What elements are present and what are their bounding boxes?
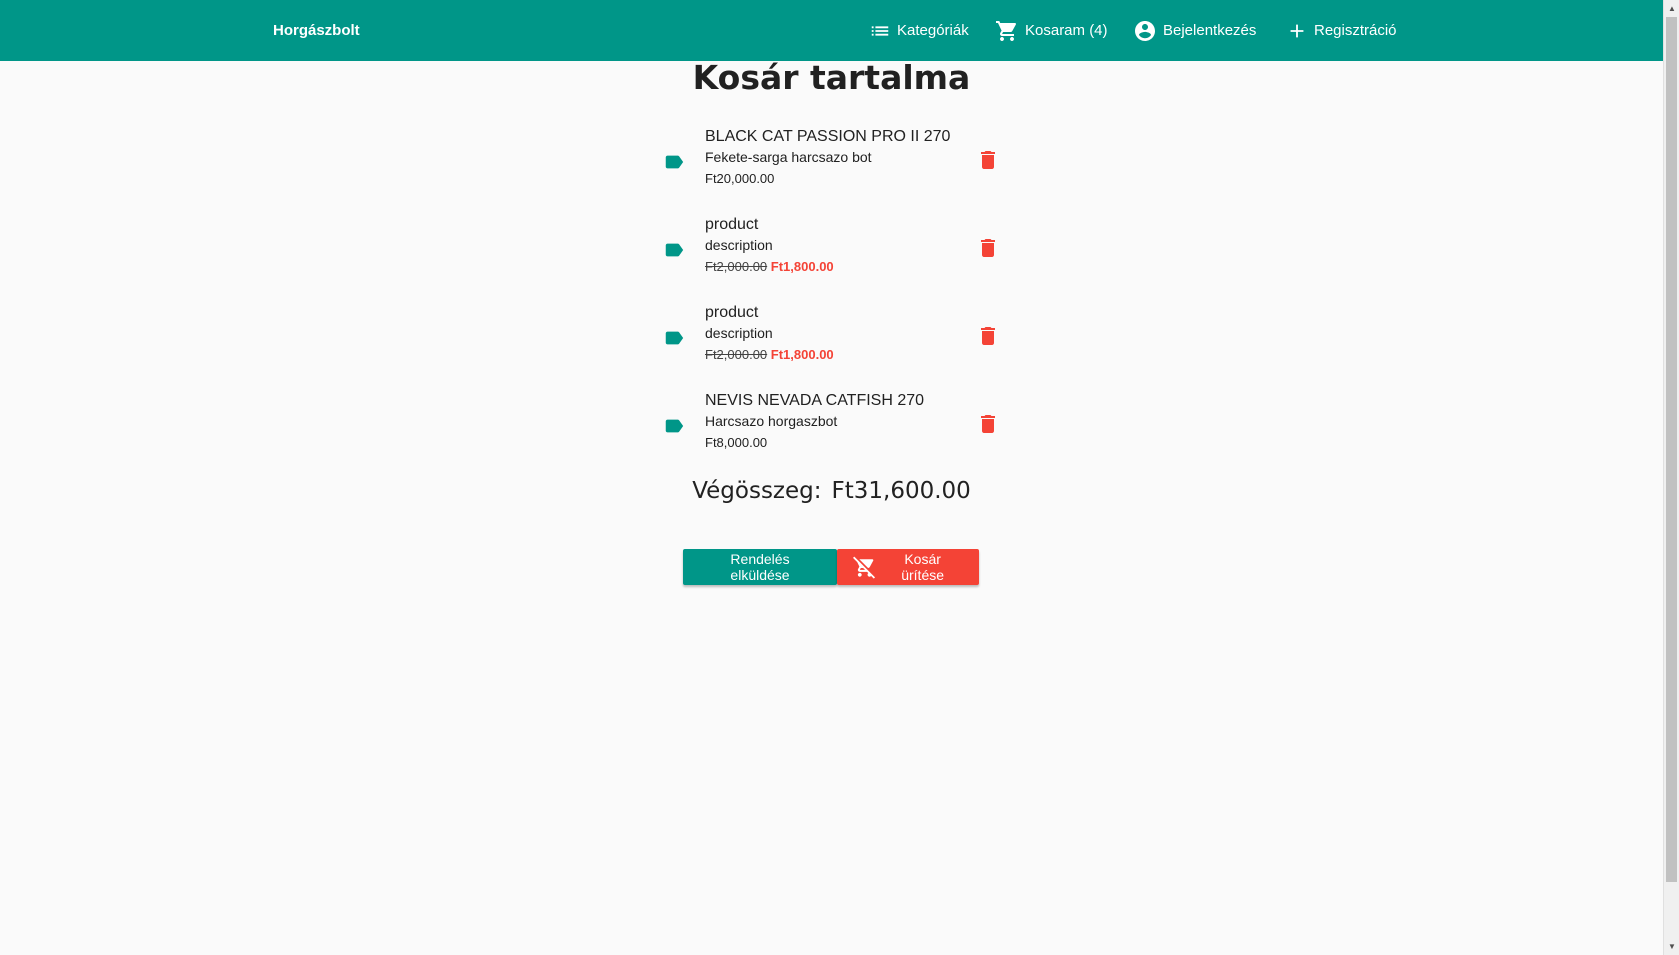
cart-item-new-price: Ft1,800.00 <box>770 347 834 362</box>
cart-list: BLACK CAT PASSION PRO II 270 Fekete-sarg… <box>660 126 1000 478</box>
top-app-bar: Horgászbolt Kategóriák Kosaram (4) Bejel… <box>0 0 1663 61</box>
plus-icon <box>1290 24 1304 37</box>
cart-icon <box>996 20 1017 41</box>
account-circle-icon <box>1135 20 1155 41</box>
nav-register[interactable]: Regisztráció <box>1286 0 1397 61</box>
nav-categories-label: Kategóriák <box>897 22 969 39</box>
submit-order-label: Rendelés elküldése <box>730 551 790 583</box>
remove-shopping-cart-icon <box>853 556 876 579</box>
total-value: Ft31,600.00 <box>831 478 971 504</box>
nav-login-label: Bejelentkezés <box>1163 22 1257 39</box>
delete-icon[interactable] <box>976 412 1000 436</box>
empty-cart-label: Kosár ürítése <box>901 551 945 583</box>
nav-cart-label: Kosaram (4) <box>1025 22 1108 39</box>
cart-item: BLACK CAT PASSION PRO II 270 Fekete-sarg… <box>660 126 1000 214</box>
cart-actions: Rendelés elküldése Kosár ürítése <box>683 549 979 585</box>
nav-login[interactable]: Bejelentkezés <box>1133 0 1256 61</box>
cart-item-name: BLACK CAT PASSION PRO II 270 <box>705 128 951 145</box>
delete-icon[interactable] <box>976 236 1000 260</box>
nav-cart[interactable]: Kosaram (4) <box>995 0 1108 61</box>
delete-icon[interactable] <box>976 324 1000 348</box>
cart-item: product description Ft2,000.00 Ft1,800.0… <box>660 302 1000 390</box>
cart-item-old-price: Ft2,000.00 <box>705 347 768 362</box>
cart-item-name: product <box>705 304 759 321</box>
scroll-down-arrow-icon[interactable]: ▼ <box>1664 938 1679 955</box>
cart-item-text: BLACK CAT PASSION PRO II 270 Fekete-sarg… <box>705 126 950 190</box>
cart-item-price-discounted: Ft2,000.00 Ft1,800.00 <box>705 343 834 366</box>
cart-item-new-price: Ft1,800.00 <box>770 259 834 274</box>
cart-item-description: Fekete-sarga harcsazo bot <box>705 149 872 165</box>
scrollbar-thumb[interactable] <box>1666 17 1677 882</box>
label-tag-icon <box>665 331 684 345</box>
delete-icon[interactable] <box>976 148 1000 172</box>
scroll-up-arrow-icon[interactable]: ▲ <box>1664 0 1679 17</box>
cart-item-description: Harcsazo horgaszbot <box>705 413 838 429</box>
page-title: Kosár tartalma <box>692 58 971 97</box>
cart-item-text: product description Ft2,000.00 Ft1,800.0… <box>705 302 834 366</box>
empty-cart-button[interactable]: Kosár ürítése <box>837 549 979 585</box>
submit-order-button[interactable]: Rendelés elküldése <box>683 549 837 585</box>
brand-title[interactable]: Horgászbolt <box>273 0 360 61</box>
vertical-scrollbar[interactable]: ▲ ▼ <box>1663 0 1679 955</box>
cart-item: NEVIS NEVADA CATFISH 270 Harcsazo horgas… <box>660 390 1000 478</box>
cart-item-description: description <box>705 325 773 341</box>
label-tag-icon <box>665 243 684 257</box>
cart-total: Végösszeg: Ft31,600.00 <box>0 478 1663 504</box>
cart-item-text: NEVIS NEVADA CATFISH 270 Harcsazo horgas… <box>705 390 924 454</box>
cart-item-price: Ft8,000.00 <box>705 435 768 450</box>
cart-item: product description Ft2,000.00 Ft1,800.0… <box>660 214 1000 302</box>
cart-item-price: Ft20,000.00 <box>705 171 775 186</box>
list-icon <box>871 25 889 36</box>
cart-item-name: NEVIS NEVADA CATFISH 270 <box>705 392 925 409</box>
nav-categories[interactable]: Kategóriák <box>869 0 969 61</box>
cart-item-old-price: Ft2,000.00 <box>705 259 768 274</box>
cart-item-text: product description Ft2,000.00 Ft1,800.0… <box>705 214 834 278</box>
total-label: Végösszeg: <box>692 478 822 504</box>
cart-item-description: description <box>705 237 773 253</box>
nav-register-label: Regisztráció <box>1314 22 1397 39</box>
label-tag-icon <box>665 155 684 169</box>
label-tag-icon <box>665 419 684 433</box>
cart-item-price-discounted: Ft2,000.00 Ft1,800.00 <box>705 255 834 278</box>
cart-item-name: product <box>705 216 759 233</box>
